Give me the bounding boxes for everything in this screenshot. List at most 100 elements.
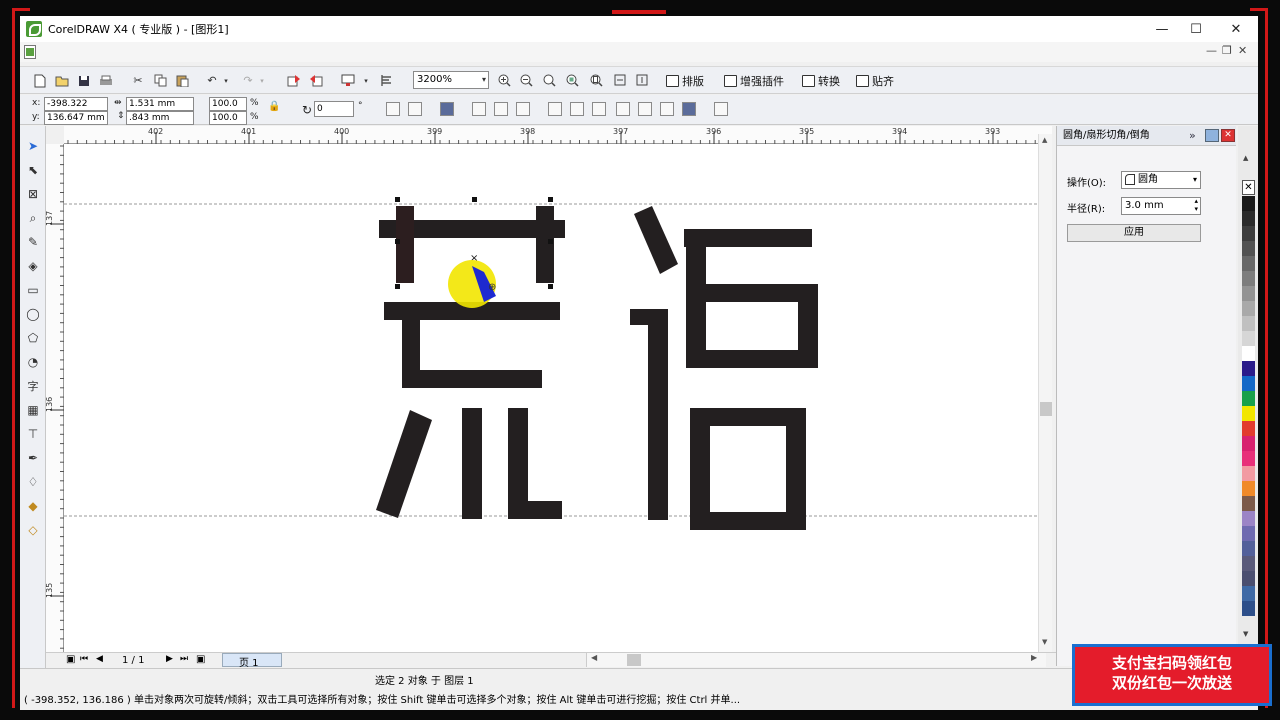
plugin-convert-button[interactable]: 转换: [802, 73, 840, 89]
back-minus-front-icon[interactable]: [660, 102, 674, 116]
table-tool-icon[interactable]: ▦: [25, 402, 41, 418]
zoom-page-height-icon[interactable]: [634, 73, 650, 88]
color-swatch[interactable]: [1242, 601, 1255, 616]
color-swatch[interactable]: [1242, 466, 1255, 481]
add-page-icon[interactable]: ▣: [66, 654, 75, 665]
radius-field[interactable]: 3.0 mm ▴ ▾: [1121, 197, 1201, 215]
maximize-button[interactable]: ☐: [1176, 16, 1216, 42]
scroll-up-icon[interactable]: ▲: [1042, 136, 1047, 144]
pick-tool-icon[interactable]: ➤: [25, 138, 41, 154]
last-page-icon[interactable]: ⏭: [180, 654, 188, 664]
rotation-field[interactable]: 0: [314, 101, 354, 117]
zoom-selected-icon[interactable]: [541, 73, 557, 88]
interactive-fill-tool-icon[interactable]: ◇: [25, 522, 41, 538]
first-page-icon[interactable]: ⏮: [80, 654, 88, 664]
x-position-field[interactable]: -398.322 mm: [44, 97, 108, 121]
color-swatch[interactable]: [1242, 436, 1255, 451]
color-swatch[interactable]: [1242, 376, 1255, 391]
vertical-scrollbar[interactable]: ▲ ▼: [1038, 134, 1052, 654]
color-swatch[interactable]: [1242, 301, 1255, 316]
scroll-right-icon[interactable]: ▶: [1031, 653, 1037, 662]
scroll-down-icon[interactable]: ▼: [1042, 638, 1047, 646]
color-swatch[interactable]: [1242, 331, 1255, 346]
color-swatch[interactable]: [1242, 481, 1255, 496]
mirror-vertical-icon[interactable]: [408, 102, 422, 116]
promo-banner[interactable]: 支付宝扫码领红包 双份红包一次放送: [1072, 644, 1272, 706]
horizontal-scrollbar[interactable]: ◀ ▶: [586, 653, 1046, 667]
export-icon[interactable]: [308, 73, 324, 88]
save-icon[interactable]: [76, 73, 92, 88]
docker-minimize-icon[interactable]: [1205, 129, 1219, 142]
selection-handle[interactable]: [548, 284, 553, 289]
docker-expand-icon[interactable]: »: [1189, 129, 1196, 142]
text-tool-icon[interactable]: 字: [25, 378, 41, 394]
plugin-layout-button[interactable]: 排版: [666, 73, 704, 89]
zoom-page-width-icon[interactable]: [612, 73, 628, 88]
ungroup-icon[interactable]: [494, 102, 508, 116]
scroll-left-icon[interactable]: ◀: [591, 653, 597, 662]
dimension-tool-icon[interactable]: ⊤: [25, 426, 41, 442]
scale-x-field[interactable]: 100.0: [209, 97, 247, 111]
scroll-thumb[interactable]: [627, 654, 641, 666]
plugin-enhance-button[interactable]: 增强插件: [724, 73, 784, 89]
prev-page-icon[interactable]: ◀: [96, 654, 103, 664]
zoom-all-icon[interactable]: [564, 73, 580, 88]
zoom-page-icon[interactable]: [588, 73, 604, 88]
redo-dropdown-icon[interactable]: ▾: [254, 73, 270, 88]
drawing-canvas[interactable]: × ⊕: [64, 144, 1038, 654]
create-boundary-icon[interactable]: [682, 102, 696, 116]
smart-fill-tool-icon[interactable]: ◈: [25, 258, 41, 274]
zoom-in-icon[interactable]: [496, 73, 512, 88]
color-swatch[interactable]: [1242, 391, 1255, 406]
doc-minimize-button[interactable]: —: [1206, 44, 1217, 57]
color-swatch[interactable]: [1242, 226, 1255, 241]
polygon-tool-icon[interactable]: ⬠: [25, 330, 41, 346]
new-document-icon[interactable]: [32, 73, 48, 88]
plugin-snap-button[interactable]: 贴齐: [856, 73, 894, 89]
selection-handle[interactable]: [395, 197, 400, 202]
selection-handle[interactable]: [472, 197, 477, 202]
color-swatch[interactable]: [1242, 241, 1255, 256]
selection-handle[interactable]: [548, 239, 553, 244]
zoom-level-select[interactable]: 3200% ▾: [413, 71, 489, 89]
color-swatch[interactable]: [1242, 286, 1255, 301]
close-button[interactable]: ✕: [1216, 16, 1256, 42]
color-swatch[interactable]: [1242, 196, 1255, 211]
intersect-icon[interactable]: [592, 102, 606, 116]
doc-close-button[interactable]: ✕: [1238, 44, 1247, 57]
color-swatch[interactable]: [1242, 496, 1255, 511]
cut-icon[interactable]: ✂: [130, 73, 146, 88]
scale-y-field[interactable]: 100.0: [209, 111, 247, 125]
scroll-thumb[interactable]: [1040, 402, 1052, 416]
launcher-dropdown-icon[interactable]: ▾: [358, 73, 374, 88]
ellipse-tool-icon[interactable]: ◯: [25, 306, 41, 322]
operation-select[interactable]: 圆角 ▾: [1121, 171, 1201, 189]
import-icon[interactable]: [286, 73, 302, 88]
paste-icon[interactable]: [174, 73, 190, 88]
zoom-out-icon[interactable]: [518, 73, 534, 88]
palette-scroll-down-icon[interactable]: ▼: [1243, 630, 1248, 638]
radius-spinner-icon[interactable]: ▴ ▾: [1194, 197, 1198, 213]
color-swatch[interactable]: [1242, 526, 1255, 541]
color-swatch[interactable]: [1242, 406, 1255, 421]
no-fill-swatch[interactable]: ✕: [1242, 180, 1255, 195]
lock-ratio-icon[interactable]: 🔒: [268, 101, 280, 112]
page-tab[interactable]: 页 1: [222, 653, 282, 669]
group-icon[interactable]: [472, 102, 486, 116]
color-swatch[interactable]: [1242, 256, 1255, 271]
mirror-horizontal-icon[interactable]: [386, 102, 400, 116]
alignment-icon[interactable]: [714, 102, 728, 116]
color-swatch[interactable]: [1242, 571, 1255, 586]
shape-tool-icon[interactable]: ⬉: [25, 162, 41, 178]
open-folder-icon[interactable]: [54, 73, 70, 88]
front-minus-back-icon[interactable]: [638, 102, 652, 116]
eyedropper-tool-icon[interactable]: ✒: [25, 450, 41, 466]
width-field[interactable]: 1.531 mm: [126, 97, 194, 111]
apply-button[interactable]: 应用: [1067, 224, 1201, 242]
color-swatch[interactable]: [1242, 586, 1255, 601]
color-swatch[interactable]: [1242, 511, 1255, 526]
color-swatch[interactable]: [1242, 451, 1255, 466]
ungroup-all-icon[interactable]: [516, 102, 530, 116]
fill-tool-icon[interactable]: ◆: [25, 498, 41, 514]
color-swatch[interactable]: [1242, 361, 1255, 376]
